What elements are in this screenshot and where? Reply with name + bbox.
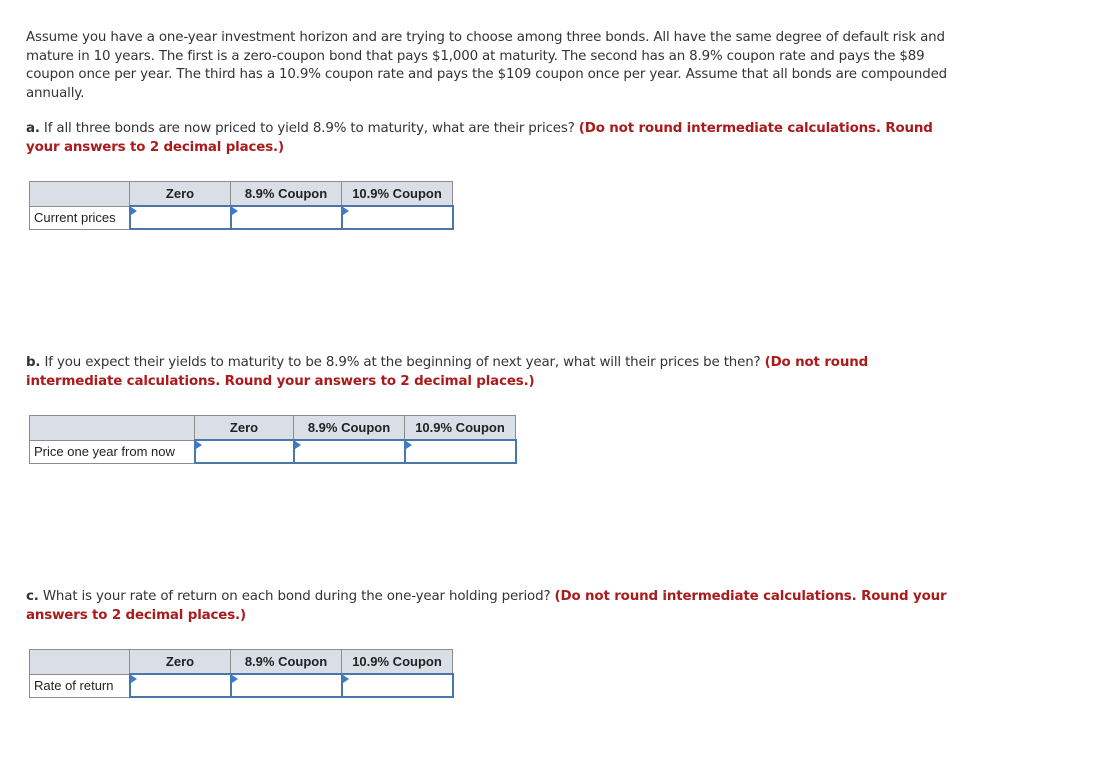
cell-8-9-coupon-current-price	[229, 205, 343, 230]
zero-rate-of-return-input[interactable]	[130, 675, 230, 696]
cell-10-9-coupon-rate-of-return	[340, 673, 454, 698]
question-c-letter: c.	[26, 589, 39, 604]
header-zero: Zero	[129, 649, 231, 675]
question-b-text: If you expect their yields to maturity t…	[40, 355, 765, 370]
table-row: Current prices	[29, 205, 454, 230]
table-header-row: Zero 8.9% Coupon 10.9% Coupon	[29, 415, 516, 441]
question-a: a. If all three bonds are now priced to …	[26, 120, 966, 157]
header-8-9-coupon: 8.9% Coupon	[230, 649, 342, 675]
current-prices-table: Zero 8.9% Coupon 10.9% Coupon Current pr…	[29, 181, 454, 230]
table-header-row: Zero 8.9% Coupon 10.9% Coupon	[29, 649, 453, 675]
table-row: Price one year from now	[29, 439, 517, 464]
question-c-text: What is your rate of return on each bond…	[38, 589, 555, 604]
zero-future-price-input[interactable]	[195, 441, 293, 462]
question-c: c. What is your rate of return on each b…	[26, 588, 986, 625]
row-label-current-prices: Current prices	[29, 205, 130, 230]
header-8-9-coupon: 8.9% Coupon	[230, 181, 342, 207]
header-10-9-coupon: 10.9% Coupon	[404, 415, 516, 441]
header-blank	[29, 415, 195, 441]
table-row: Rate of return	[29, 673, 454, 698]
coupon-8-9-future-price-input[interactable]	[294, 441, 404, 462]
coupon-10-9-current-price-input[interactable]	[342, 207, 452, 228]
rate-of-return-table: Zero 8.9% Coupon 10.9% Coupon Rate of re…	[29, 649, 454, 698]
header-8-9-coupon: 8.9% Coupon	[293, 415, 405, 441]
header-zero: Zero	[129, 181, 231, 207]
header-blank	[29, 649, 130, 675]
cell-10-9-coupon-current-price	[340, 205, 454, 230]
coupon-8-9-rate-of-return-input[interactable]	[231, 675, 341, 696]
cell-10-9-coupon-future-price	[403, 439, 517, 464]
problem-statement: Assume you have a one-year investment ho…	[26, 30, 948, 101]
coupon-10-9-future-price-input[interactable]	[405, 441, 515, 462]
zero-current-price-input[interactable]	[130, 207, 230, 228]
row-label-rate-of-return: Rate of return	[29, 673, 130, 698]
table-header-row: Zero 8.9% Coupon 10.9% Coupon	[29, 181, 453, 207]
row-label-price-one-year-from-now: Price one year from now	[29, 439, 195, 464]
question-b: b. If you expect their yields to maturit…	[26, 354, 926, 391]
cell-zero-future-price	[193, 439, 295, 464]
cell-zero-current-price	[128, 205, 232, 230]
header-10-9-coupon: 10.9% Coupon	[341, 649, 453, 675]
coupon-10-9-rate-of-return-input[interactable]	[342, 675, 452, 696]
header-zero: Zero	[194, 415, 294, 441]
cell-zero-rate-of-return	[128, 673, 232, 698]
cell-8-9-coupon-future-price	[292, 439, 406, 464]
header-blank	[29, 181, 130, 207]
header-10-9-coupon: 10.9% Coupon	[341, 181, 453, 207]
question-a-text: If all three bonds are now priced to yie…	[39, 121, 579, 136]
cell-8-9-coupon-rate-of-return	[229, 673, 343, 698]
question-a-letter: a.	[26, 121, 40, 136]
coupon-8-9-current-price-input[interactable]	[231, 207, 341, 228]
future-prices-table: Zero 8.9% Coupon 10.9% Coupon Price one …	[29, 415, 517, 464]
question-b-letter: b.	[26, 355, 41, 370]
